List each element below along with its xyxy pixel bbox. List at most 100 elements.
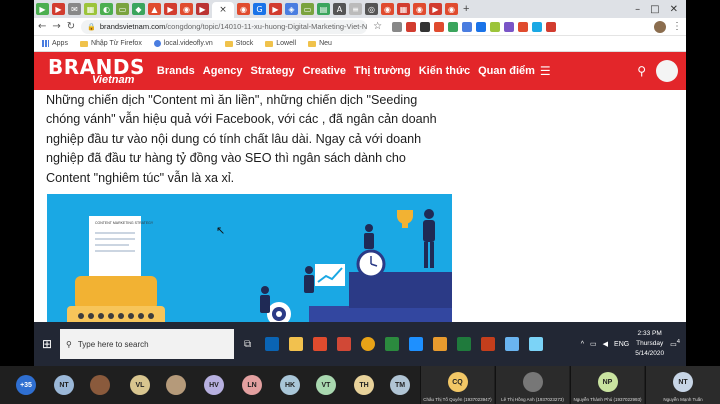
- tab-favicon[interactable]: ▶: [36, 3, 49, 15]
- bookmark-folder[interactable]: Neu: [308, 40, 332, 47]
- chrome-icon[interactable]: [361, 337, 376, 351]
- tab-favicon[interactable]: ◐: [100, 3, 113, 15]
- tab-favicon[interactable]: G: [253, 3, 266, 15]
- star-icon[interactable]: ☆: [373, 21, 382, 32]
- nav-brands[interactable]: Brands: [157, 65, 195, 77]
- forward-icon[interactable]: →: [52, 21, 60, 32]
- minimize-button[interactable]: –: [635, 4, 640, 15]
- language-indicator[interactable]: ENG: [614, 341, 629, 348]
- volume-icon[interactable]: ◀: [603, 340, 608, 348]
- participant-avatar[interactable]: TH: [354, 375, 374, 395]
- app-icon[interactable]: [505, 337, 520, 351]
- tab-favicon[interactable]: ▶: [164, 3, 177, 15]
- close-icon[interactable]: ×: [219, 5, 227, 15]
- maximize-button[interactable]: □: [650, 4, 659, 15]
- url-input[interactable]: 🔒 brandsvietnam.com/congdong/topic/14010…: [81, 19, 368, 34]
- tab-active[interactable]: ×: [212, 2, 234, 18]
- tab-favicon[interactable]: ▶: [429, 3, 442, 15]
- nav-quan-diem[interactable]: Quan điểm: [478, 65, 535, 77]
- task-view-icon[interactable]: ⧉: [244, 339, 251, 350]
- tab-favicon[interactable]: ◉: [381, 3, 394, 15]
- tab-favicon[interactable]: ▶: [52, 3, 65, 15]
- tab-favicon[interactable]: ▦: [84, 3, 97, 15]
- participant-avatar[interactable]: HK: [280, 375, 300, 395]
- tab-favicon[interactable]: ▶: [196, 3, 209, 15]
- tab-favicon[interactable]: ◉: [445, 3, 458, 15]
- bookmark-folder[interactable]: Lowell: [265, 40, 296, 47]
- outlook-icon[interactable]: [265, 337, 280, 351]
- tab-favicon[interactable]: ✉: [68, 3, 81, 15]
- participant-avatar[interactable]: VL: [130, 375, 150, 395]
- browser-menu-icon[interactable]: ⋮: [672, 21, 682, 32]
- participant-avatar[interactable]: NT: [54, 375, 74, 395]
- nav-creative[interactable]: Creative: [303, 65, 346, 77]
- extension-icon[interactable]: [490, 21, 501, 32]
- app-icon[interactable]: [385, 337, 400, 351]
- tab-favicon[interactable]: ◉: [237, 3, 250, 15]
- excel-icon[interactable]: [457, 337, 472, 351]
- clock[interactable]: 2:33 PM Thursday 5/14/2020: [635, 329, 664, 359]
- participant-avatar[interactable]: LN: [242, 375, 262, 395]
- nav-strategy[interactable]: Strategy: [251, 65, 295, 77]
- app-icon[interactable]: [409, 337, 424, 351]
- participant-tile[interactable]: Lê Thị Hồng Anh (1937023273): [495, 366, 569, 404]
- participant-photo-avatar[interactable]: [90, 375, 110, 395]
- extension-icon[interactable]: [448, 21, 459, 32]
- user-avatar[interactable]: [656, 60, 678, 82]
- app-icon[interactable]: [529, 337, 544, 351]
- extension-icon[interactable]: [392, 21, 403, 32]
- bookmark-link[interactable]: local.videofly.vn: [153, 40, 213, 47]
- participant-tile[interactable]: CQ Châu Thị Tố Quyên (1937023947): [420, 366, 494, 404]
- participant-photo-avatar[interactable]: [166, 375, 186, 395]
- windows-start-icon[interactable]: ⊞: [34, 337, 60, 351]
- bookmark-apps[interactable]: Apps: [42, 40, 68, 47]
- nav-kien-thuc[interactable]: Kiến thức: [419, 65, 470, 77]
- new-tab-button[interactable]: +: [463, 3, 469, 15]
- bookmark-folder[interactable]: Nhập Từ Firefox: [79, 40, 142, 47]
- extension-icon[interactable]: [518, 21, 529, 32]
- network-icon[interactable]: ▭: [590, 340, 597, 348]
- tab-favicon[interactable]: ▦: [397, 3, 410, 15]
- site-logo[interactable]: BRANDS Vietnam: [48, 57, 145, 86]
- notifications-icon[interactable]: ▭4: [670, 339, 680, 348]
- tab-favicon[interactable]: ◎: [365, 3, 378, 15]
- tab-favicon[interactable]: ≡: [349, 3, 362, 15]
- hamburger-icon[interactable]: ☰: [540, 64, 551, 78]
- tab-favicon[interactable]: ▭: [116, 3, 129, 15]
- app-icon[interactable]: [313, 337, 328, 351]
- extension-icon[interactable]: [532, 21, 543, 32]
- tab-favicon[interactable]: ◉: [413, 3, 426, 15]
- powerpoint-icon[interactable]: [481, 337, 496, 351]
- reload-icon[interactable]: ↻: [67, 21, 75, 32]
- tab-favicon[interactable]: ▭: [301, 3, 314, 15]
- close-window-button[interactable]: ✕: [670, 4, 678, 15]
- back-icon[interactable]: ←: [38, 21, 46, 32]
- extension-icon[interactable]: [406, 21, 417, 32]
- taskbar-search-input[interactable]: ⚲ Type here to search: [60, 329, 234, 359]
- extension-icon[interactable]: [434, 21, 445, 32]
- nav-agency[interactable]: Agency: [203, 65, 243, 77]
- extension-icon[interactable]: [546, 21, 557, 32]
- extension-icon[interactable]: [420, 21, 431, 32]
- extension-icon[interactable]: [462, 21, 473, 32]
- tab-favicon[interactable]: ▶: [269, 3, 282, 15]
- more-participants-badge[interactable]: +35: [16, 375, 36, 395]
- file-explorer-icon[interactable]: [289, 337, 304, 351]
- extension-icon[interactable]: [504, 21, 515, 32]
- extension-icon[interactable]: [476, 21, 487, 32]
- app-icon[interactable]: [337, 337, 352, 351]
- search-icon[interactable]: ⚲: [637, 64, 646, 78]
- tab-favicon[interactable]: ◉: [180, 3, 193, 15]
- tray-chevron-icon[interactable]: ^: [581, 341, 584, 348]
- participant-avatar[interactable]: HV: [204, 375, 224, 395]
- tab-favicon[interactable]: A: [333, 3, 346, 15]
- tab-favicon[interactable]: ▲: [148, 3, 161, 15]
- bookmark-folder[interactable]: Stock: [224, 40, 253, 47]
- participant-avatar[interactable]: TM: [390, 375, 410, 395]
- profile-avatar[interactable]: [654, 20, 666, 33]
- tab-favicon[interactable]: ▤: [317, 3, 330, 15]
- tab-favicon[interactable]: ◆: [132, 3, 145, 15]
- app-icon[interactable]: [433, 337, 448, 351]
- participant-tile[interactable]: NT Nguyễn Mạnh Tuấn: [645, 366, 720, 404]
- participant-avatar[interactable]: VT: [316, 375, 336, 395]
